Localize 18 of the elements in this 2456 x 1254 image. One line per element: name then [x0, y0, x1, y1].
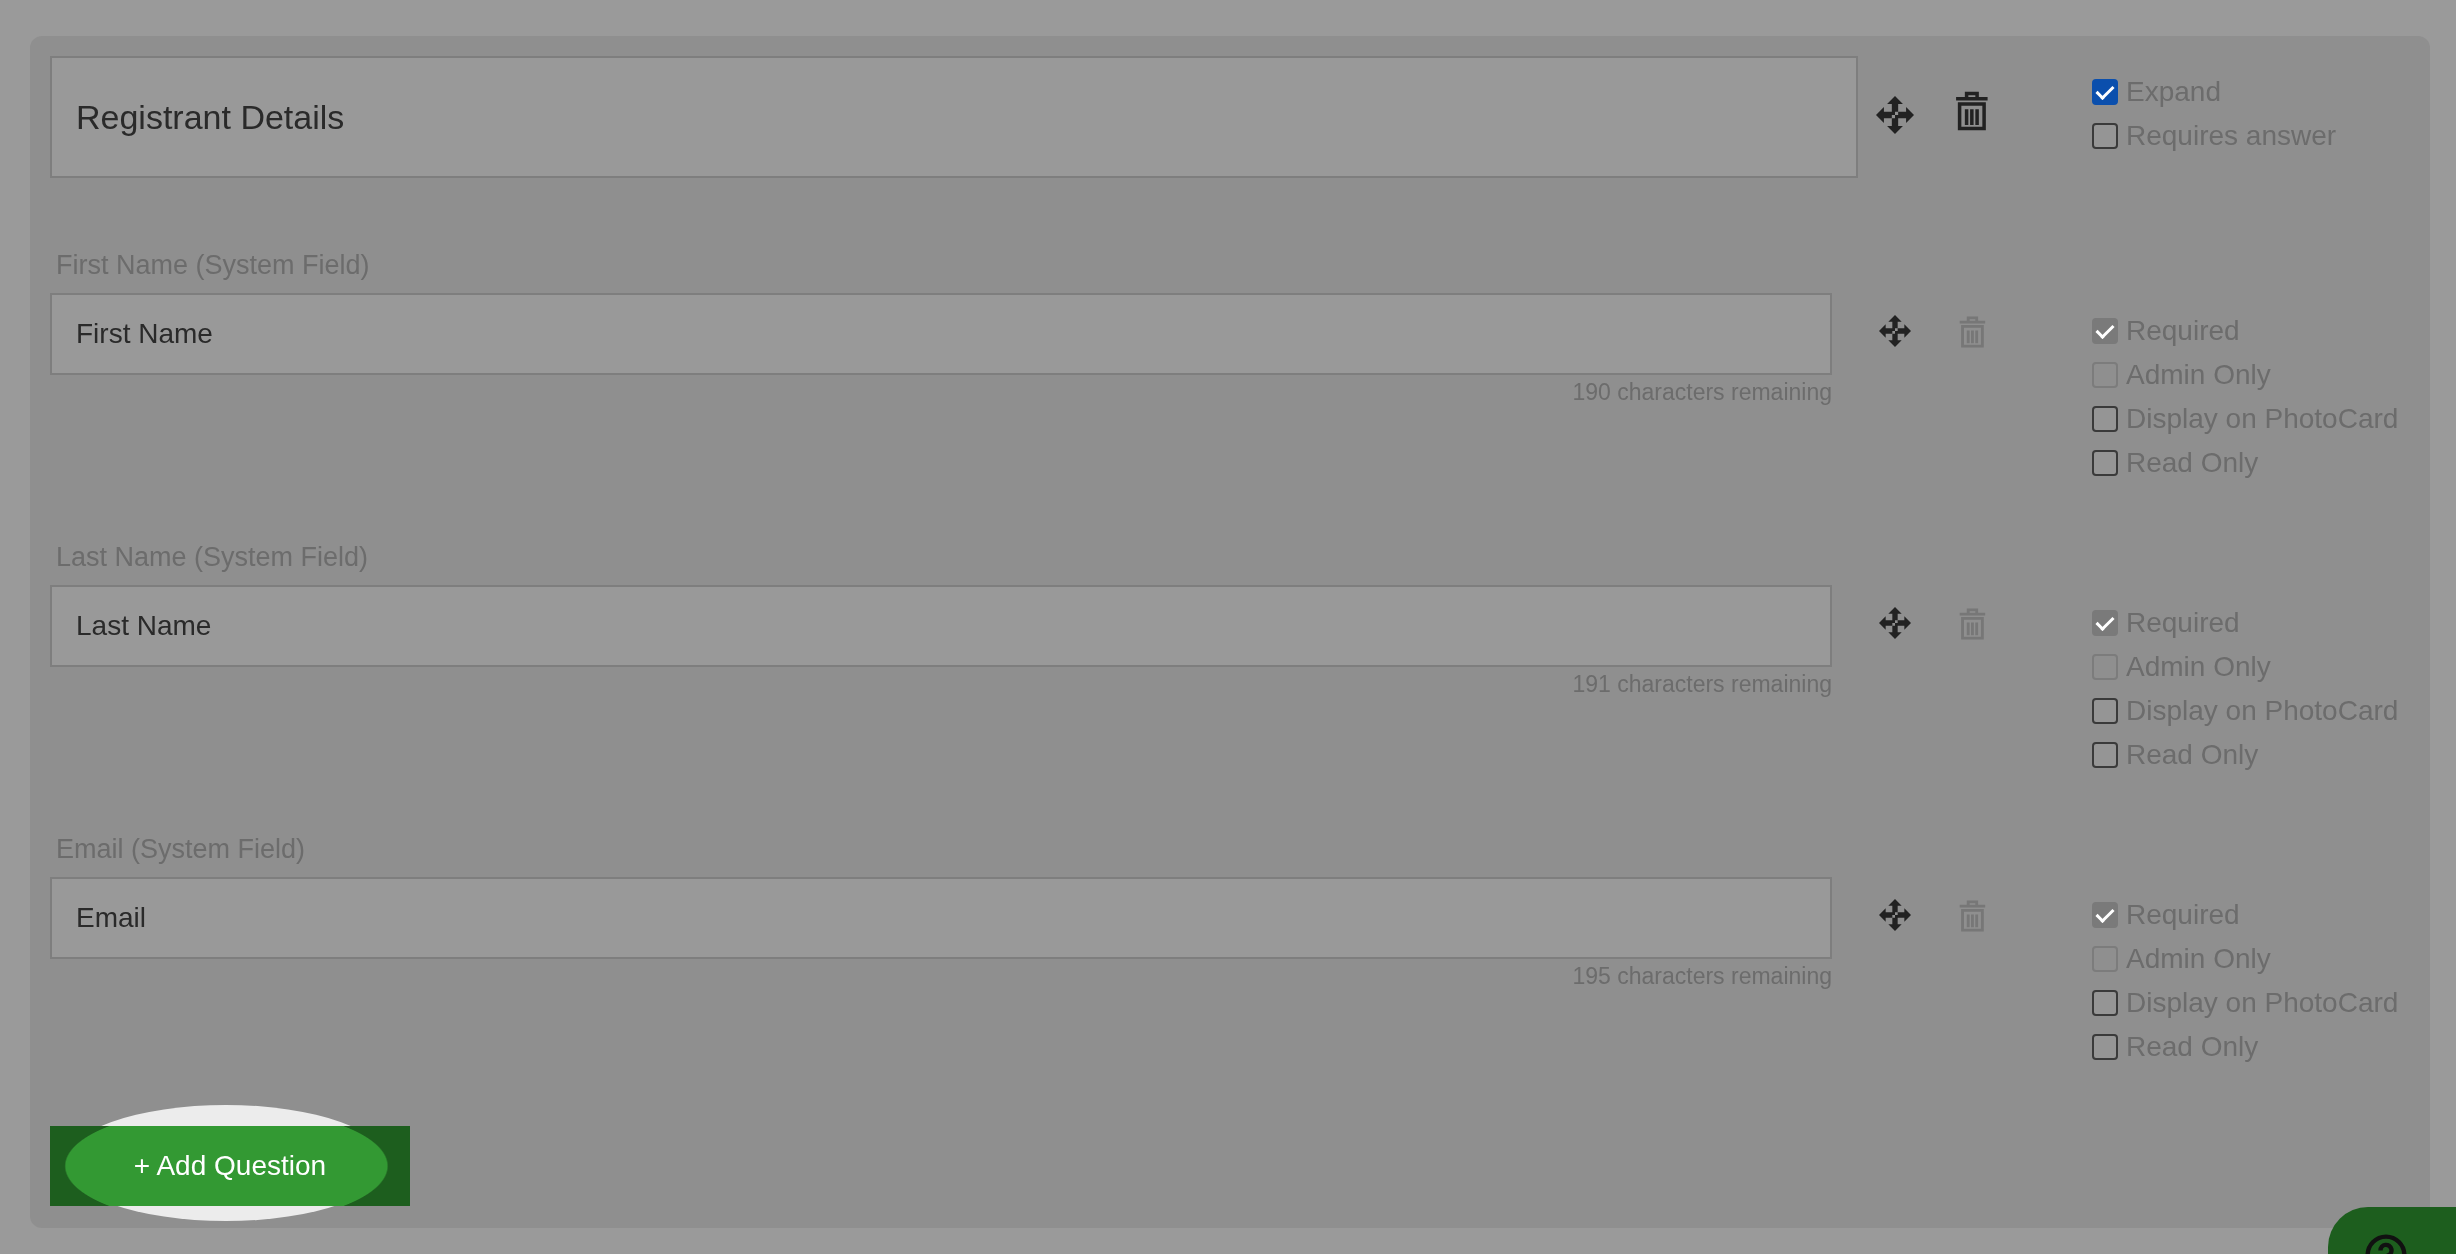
checkbox[interactable]	[2092, 990, 2118, 1016]
move-icon[interactable]	[1879, 899, 1911, 931]
input-field[interactable]: First Name	[50, 293, 1832, 375]
checkbox[interactable]	[2092, 123, 2118, 149]
add-question-button[interactable]: + Add Question	[50, 1126, 410, 1206]
checkbox[interactable]	[2092, 450, 2118, 476]
move-icon[interactable]	[1876, 96, 1914, 134]
checkbox[interactable]	[2092, 1034, 2118, 1060]
move-icon[interactable]	[1879, 607, 1911, 639]
checkbox[interactable]	[2092, 698, 2118, 724]
input-field[interactable]: Email	[50, 877, 1832, 959]
trash-icon[interactable]	[1954, 90, 1990, 132]
section-title-field[interactable]: Registrant Details	[50, 56, 1858, 178]
checkbox[interactable]	[2092, 406, 2118, 432]
checkbox[interactable]	[2092, 742, 2118, 768]
input-field[interactable]: Last Name	[50, 585, 1832, 667]
checkbox[interactable]	[2092, 79, 2118, 105]
move-icon[interactable]	[1879, 315, 1911, 347]
